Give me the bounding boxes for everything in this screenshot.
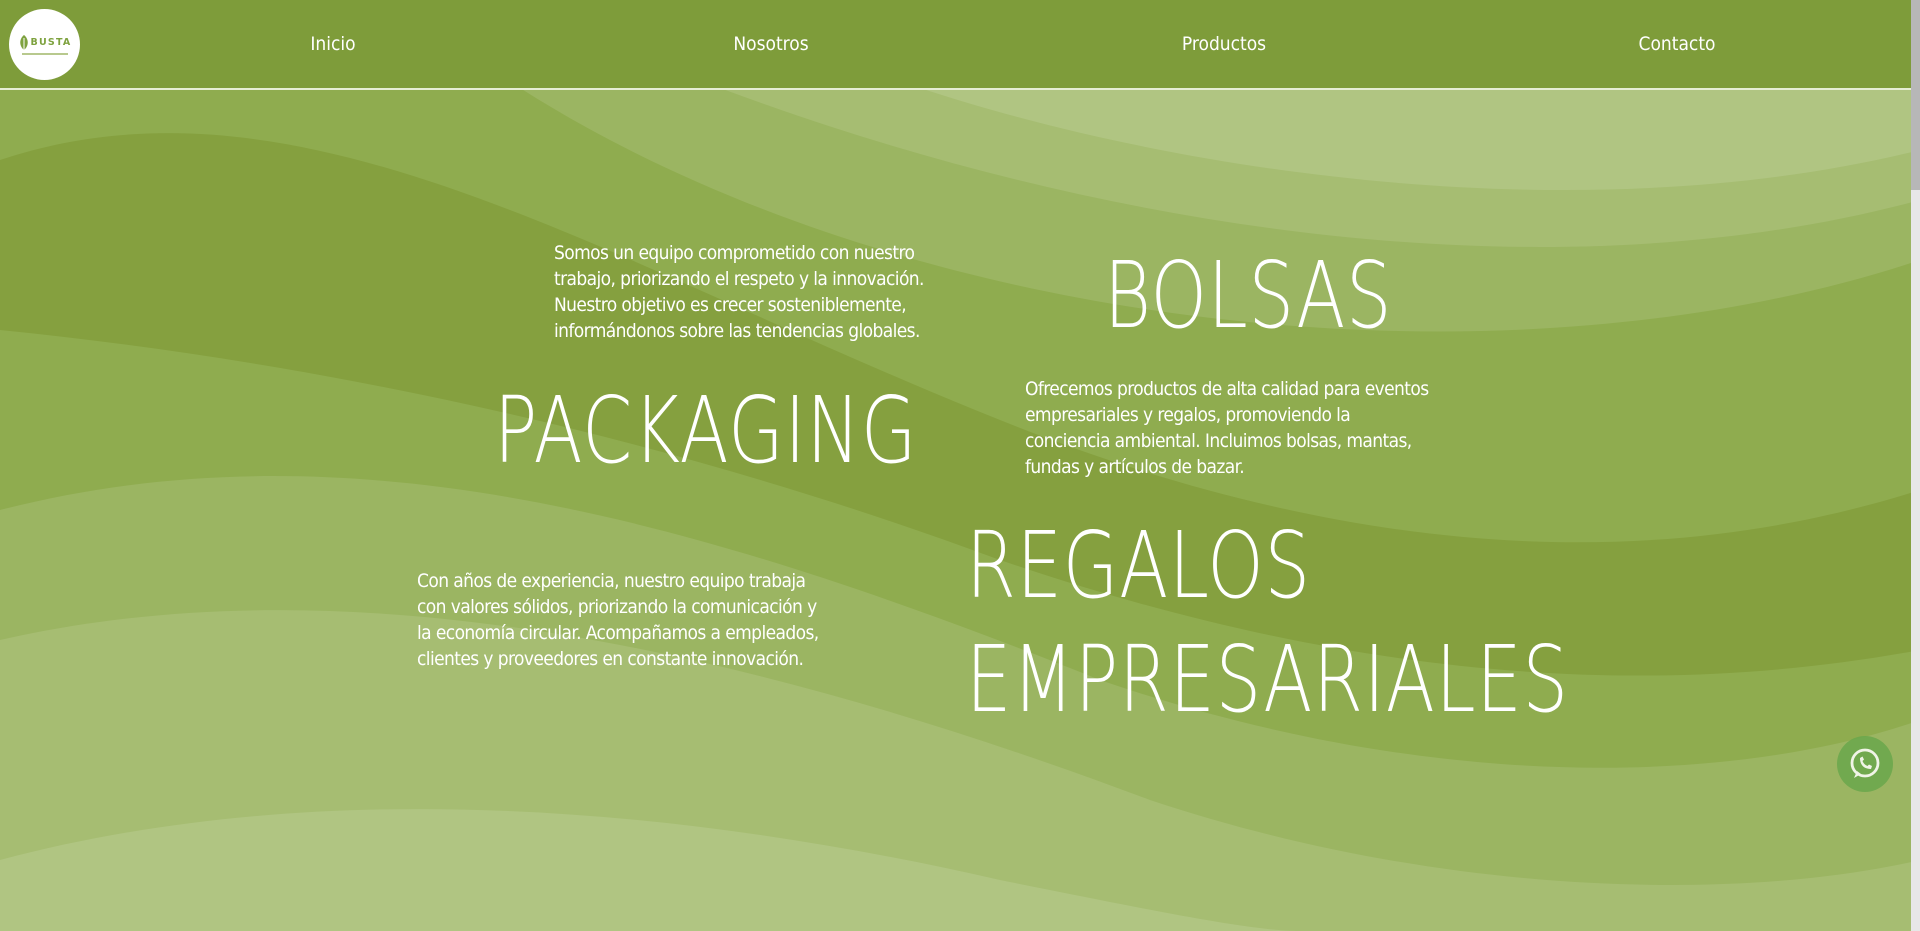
brand-tagline [21, 52, 68, 55]
nav-item-contacto[interactable]: Contacto [1639, 33, 1716, 55]
heading-regalos: REGALOS [966, 512, 1311, 619]
whatsapp-button[interactable] [1837, 736, 1893, 792]
heading-bolsas: BOLSAS [1104, 242, 1393, 349]
bolsas-paragraph: Ofrecemos productos de alta calidad para… [1025, 378, 1429, 478]
nav-item-productos[interactable]: Productos [1182, 33, 1266, 55]
intro-paragraph: Somos un equipo comprometido con nuestro… [554, 242, 924, 342]
heading-packaging: PACKAGING [494, 377, 918, 484]
whatsapp-icon [1850, 748, 1880, 778]
site-header: BUSTA Inicio Nosotros Productos Contacto [0, 0, 1911, 90]
leaf-icon [19, 34, 28, 51]
scrollbar-thumb[interactable] [1911, 0, 1920, 190]
experience-paragraph: Con años de experiencia, nuestro equipo … [417, 570, 819, 670]
nav-item-nosotros[interactable]: Nosotros [733, 33, 808, 55]
wave-background [0, 0, 1920, 931]
brand-logo[interactable]: BUSTA [9, 9, 80, 80]
brand-name: BUSTA [30, 37, 72, 48]
heading-empresariales: EMPRESARIALES [966, 626, 1569, 733]
nav-item-inicio[interactable]: Inicio [310, 33, 355, 55]
